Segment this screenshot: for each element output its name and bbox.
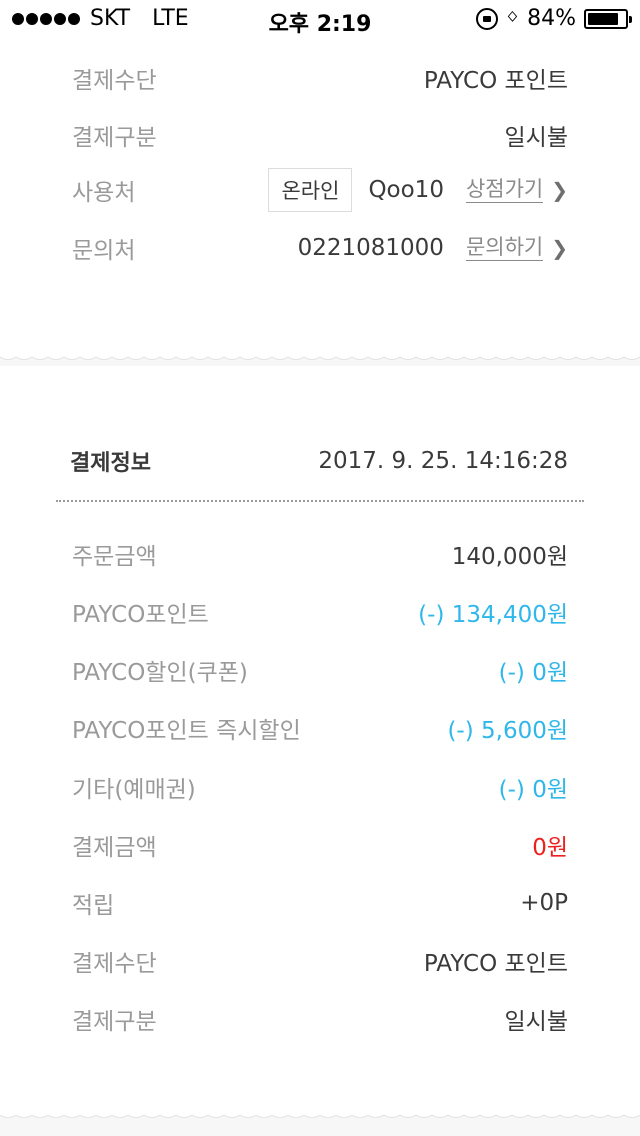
go-to-store-link[interactable]: 상점가기 [465,177,544,203]
row-label: PAYCO포인트 [72,602,209,628]
online-tag: 온라인 [268,168,353,212]
payment-datetime: 2017. 9. 25. 14:16:28 [318,448,568,474]
row-value: 0원 [532,835,568,861]
contact-row: 문의처 0221081000 문의하기 ❯ [72,228,568,268]
row-label: 문의처 [72,238,136,264]
other-voucher-row: 기타(예매권) (-) 0원 [72,767,568,807]
payment-type-row: 결제구분 일시불 [72,999,568,1039]
order-amount-row: 주문금액 140,000원 [72,534,568,574]
divider [56,500,584,502]
contact-phone: 0221081000 [297,235,444,261]
row-value: PAYCO 포인트 [423,951,568,977]
inquiry-link[interactable]: 문의하기 [465,235,544,261]
reward-points-row: 적립 +0P [72,883,568,923]
chevron-right-icon[interactable]: ❯ [551,236,568,260]
store-row: 사용처 온라인 Qoo10 상점가기 ❯ [72,168,568,212]
chevron-right-icon[interactable]: ❯ [551,178,568,202]
row-label: 사용처 [72,180,136,206]
row-label: 주문금액 [72,544,157,570]
row-value: 일시불 [504,1009,568,1035]
row-label: 적립 [72,893,115,919]
payment-method-row: 결제수단 PAYCO 포인트 [72,941,568,981]
row-label: PAYCO포인트 즉시할인 [72,718,301,744]
row-label: 결제수단 [72,68,157,94]
row-label: PAYCO할인(쿠폰) [72,660,248,686]
payment-amount-row: 결제금액 0원 [72,825,568,865]
row-value: (-) 134,400원 [418,602,568,628]
receipt-edge [0,356,640,360]
receipt-edge [0,1114,640,1118]
row-label: 결제구분 [72,125,157,151]
payco-point-row: PAYCO포인트 (-) 134,400원 [72,592,568,632]
payment-method-row: 결제수단 PAYCO 포인트 [72,58,568,98]
row-value: 140,000원 [451,544,568,570]
battery-percent: 84% [527,6,576,31]
row-value: 일시불 [504,125,568,151]
row-value: (-) 0원 [498,660,568,686]
payment-type-row: 결제구분 일시불 [72,115,568,155]
row-label: 결제구분 [72,1009,157,1035]
row-value: +0P [520,890,568,916]
row-value: (-) 0원 [498,777,568,803]
store-name: Qoo10 [368,177,444,203]
payco-coupon-row: PAYCO할인(쿠폰) (-) 0원 [72,650,568,690]
orientation-lock-icon [475,7,498,30]
row-label: 결제금액 [72,835,157,861]
payco-instant-discount-row: PAYCO포인트 즉시할인 (-) 5,600원 [72,708,568,748]
row-value: (-) 5,600원 [447,718,568,744]
row-value: PAYCO 포인트 [423,68,568,94]
row-label: 기타(예매권) [72,777,196,803]
payment-info-header: 결제정보 2017. 9. 25. 14:16:28 [70,439,568,483]
section-title: 결제정보 [70,451,151,476]
status-bar: SKT LTE 오후 2:19 ᛜ 84% [0,0,640,40]
bluetooth-icon: ᛜ [505,6,520,31]
row-label: 결제수단 [72,951,157,977]
status-right: ᛜ 84% [475,6,632,31]
battery-icon [584,8,632,29]
